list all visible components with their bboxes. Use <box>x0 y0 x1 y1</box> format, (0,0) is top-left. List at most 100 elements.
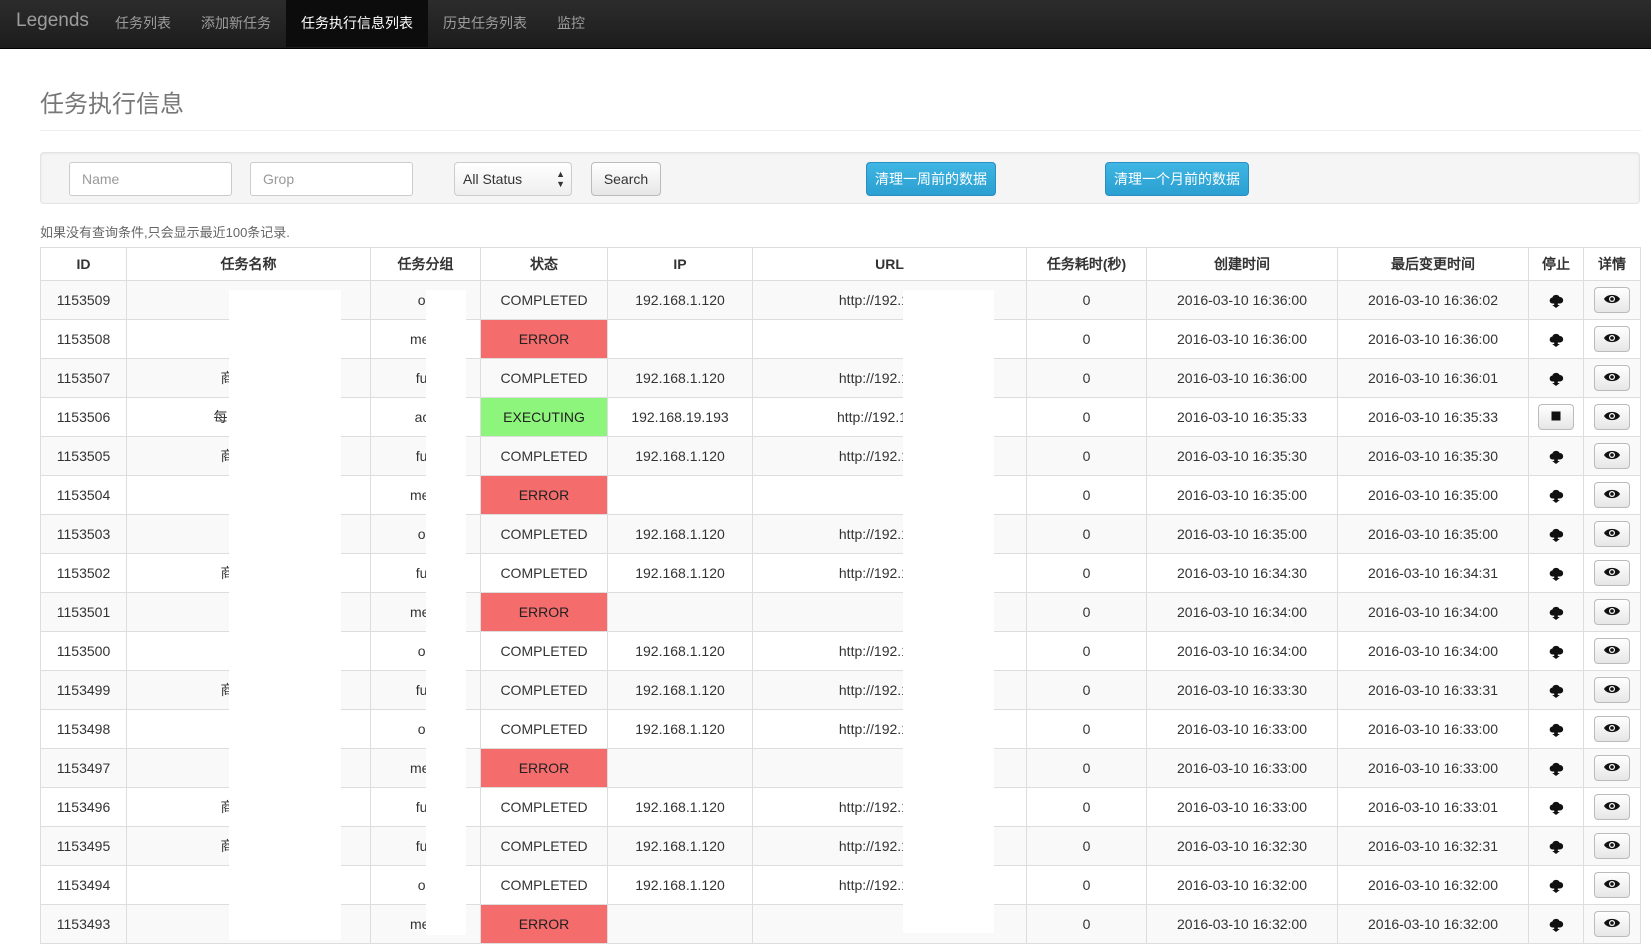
eye-icon <box>1604 645 1620 655</box>
cell-stop <box>1528 826 1584 866</box>
cell-stop <box>1528 358 1584 398</box>
col-header-stop: 停止 <box>1528 247 1584 281</box>
cell-duration: 0 <box>1026 592 1147 632</box>
nav-item-add-task[interactable]: 添加新任务 <box>186 0 286 47</box>
cell-updated: 2016-03-10 16:33:00 <box>1337 748 1529 788</box>
group-input[interactable] <box>250 162 413 196</box>
cloud-download-icon[interactable] <box>1548 526 1564 543</box>
cloud-download-icon[interactable] <box>1548 838 1564 855</box>
details-button[interactable] <box>1594 716 1630 742</box>
cell-stop <box>1528 514 1584 554</box>
details-button[interactable] <box>1594 638 1630 664</box>
cell-status: ERROR <box>480 319 608 359</box>
cloud-download-icon[interactable] <box>1548 292 1564 309</box>
nav-item-history[interactable]: 历史任务列表 <box>428 0 542 47</box>
details-button[interactable] <box>1594 794 1630 820</box>
cell-ip: 192.168.1.120 <box>607 670 753 710</box>
stop-button[interactable] <box>1538 404 1574 430</box>
cloud-download-icon[interactable] <box>1548 487 1564 504</box>
cloud-download-icon[interactable] <box>1548 799 1564 816</box>
details-button[interactable] <box>1594 911 1630 937</box>
cell-id: 1153506 <box>40 397 127 437</box>
cloud-download-icon[interactable] <box>1548 877 1564 894</box>
cell-details <box>1583 436 1641 476</box>
name-input[interactable] <box>69 162 232 196</box>
cell-id: 1153496 <box>40 787 127 827</box>
clean-week-button[interactable]: 清理一周前的数据 <box>866 162 996 196</box>
cell-status: COMPLETED <box>480 865 608 905</box>
cell-ip: 192.168.1.120 <box>607 709 753 749</box>
cell-duration: 0 <box>1026 748 1147 788</box>
details-button[interactable] <box>1594 482 1630 508</box>
cloud-download-icon[interactable] <box>1548 760 1564 777</box>
cloud-download-icon[interactable] <box>1548 682 1564 699</box>
cell-id: 1153499 <box>40 670 127 710</box>
cell-created: 2016-03-10 16:35:00 <box>1146 514 1338 554</box>
details-button[interactable] <box>1594 326 1630 352</box>
details-button[interactable] <box>1594 560 1630 586</box>
cell-status: COMPLETED <box>480 358 608 398</box>
brand-logo[interactable]: Legends <box>16 10 89 32</box>
cell-updated: 2016-03-10 16:36:00 <box>1337 319 1529 359</box>
eye-icon <box>1604 762 1620 772</box>
clean-month-button[interactable]: 清理一个月前的数据 <box>1105 162 1249 196</box>
table-header-row: ID 任务名称 任务分组 状态 IP URL 任务耗时(秒) 创建时间 最后变更… <box>40 247 1641 281</box>
details-button[interactable] <box>1594 365 1630 391</box>
cell-stop <box>1528 865 1584 905</box>
cell-details <box>1583 670 1641 710</box>
cell-ip: 192.168.19.193 <box>607 397 753 437</box>
cell-created: 2016-03-10 16:33:30 <box>1146 670 1338 710</box>
cell-duration: 0 <box>1026 475 1147 515</box>
eye-icon <box>1604 801 1620 811</box>
details-button[interactable] <box>1594 443 1630 469</box>
eye-icon <box>1604 879 1620 889</box>
cell-details <box>1583 631 1641 671</box>
cloud-download-icon[interactable] <box>1548 604 1564 621</box>
nav-item-task-list[interactable]: 任务列表 <box>100 0 186 47</box>
details-button[interactable] <box>1594 755 1630 781</box>
cell-created: 2016-03-10 16:32:00 <box>1146 904 1338 944</box>
details-button[interactable] <box>1594 872 1630 898</box>
cell-details <box>1583 319 1641 359</box>
title-divider <box>40 130 1641 131</box>
nav-item-execution-list[interactable]: 任务执行信息列表 <box>286 0 428 47</box>
redaction-mask-name <box>229 290 341 940</box>
cloud-download-icon[interactable] <box>1548 643 1564 660</box>
page-title: 任务执行信息 <box>40 91 184 118</box>
cell-details <box>1583 280 1641 320</box>
cell-ip: 192.168.1.120 <box>607 787 753 827</box>
cell-updated: 2016-03-10 16:32:31 <box>1337 826 1529 866</box>
cloud-download-icon[interactable] <box>1548 721 1564 738</box>
col-header-status: 状态 <box>480 247 608 281</box>
cell-updated: 2016-03-10 16:33:00 <box>1337 709 1529 749</box>
cloud-download-icon[interactable] <box>1548 565 1564 582</box>
details-button[interactable] <box>1594 287 1630 313</box>
status-select[interactable]: All Status ▲ ▼ <box>454 162 572 196</box>
cell-id: 1153494 <box>40 865 127 905</box>
details-button[interactable] <box>1594 404 1630 430</box>
cell-details <box>1583 787 1641 827</box>
cloud-download-icon[interactable] <box>1548 448 1564 465</box>
cloud-download-icon[interactable] <box>1548 370 1564 387</box>
search-button[interactable]: Search <box>591 162 661 196</box>
cell-created: 2016-03-10 16:33:00 <box>1146 709 1338 749</box>
details-button[interactable] <box>1594 833 1630 859</box>
cell-updated: 2016-03-10 16:34:31 <box>1337 553 1529 593</box>
cloud-download-icon[interactable] <box>1548 331 1564 348</box>
details-button[interactable] <box>1594 599 1630 625</box>
cell-updated: 2016-03-10 16:35:00 <box>1337 514 1529 554</box>
cell-id: 1153504 <box>40 475 127 515</box>
col-header-id: ID <box>40 247 127 281</box>
cell-updated: 2016-03-10 16:35:33 <box>1337 397 1529 437</box>
cell-duration: 0 <box>1026 514 1147 554</box>
cell-updated: 2016-03-10 16:32:00 <box>1337 865 1529 905</box>
cell-stop <box>1528 280 1584 320</box>
details-button[interactable] <box>1594 521 1630 547</box>
nav-item-monitor[interactable]: 监控 <box>542 0 600 47</box>
cell-updated: 2016-03-10 16:36:02 <box>1337 280 1529 320</box>
details-button[interactable] <box>1594 677 1630 703</box>
cell-status: COMPLETED <box>480 436 608 476</box>
col-header-created: 创建时间 <box>1146 247 1338 281</box>
cloud-download-icon[interactable] <box>1548 916 1564 933</box>
eye-icon <box>1604 723 1620 733</box>
